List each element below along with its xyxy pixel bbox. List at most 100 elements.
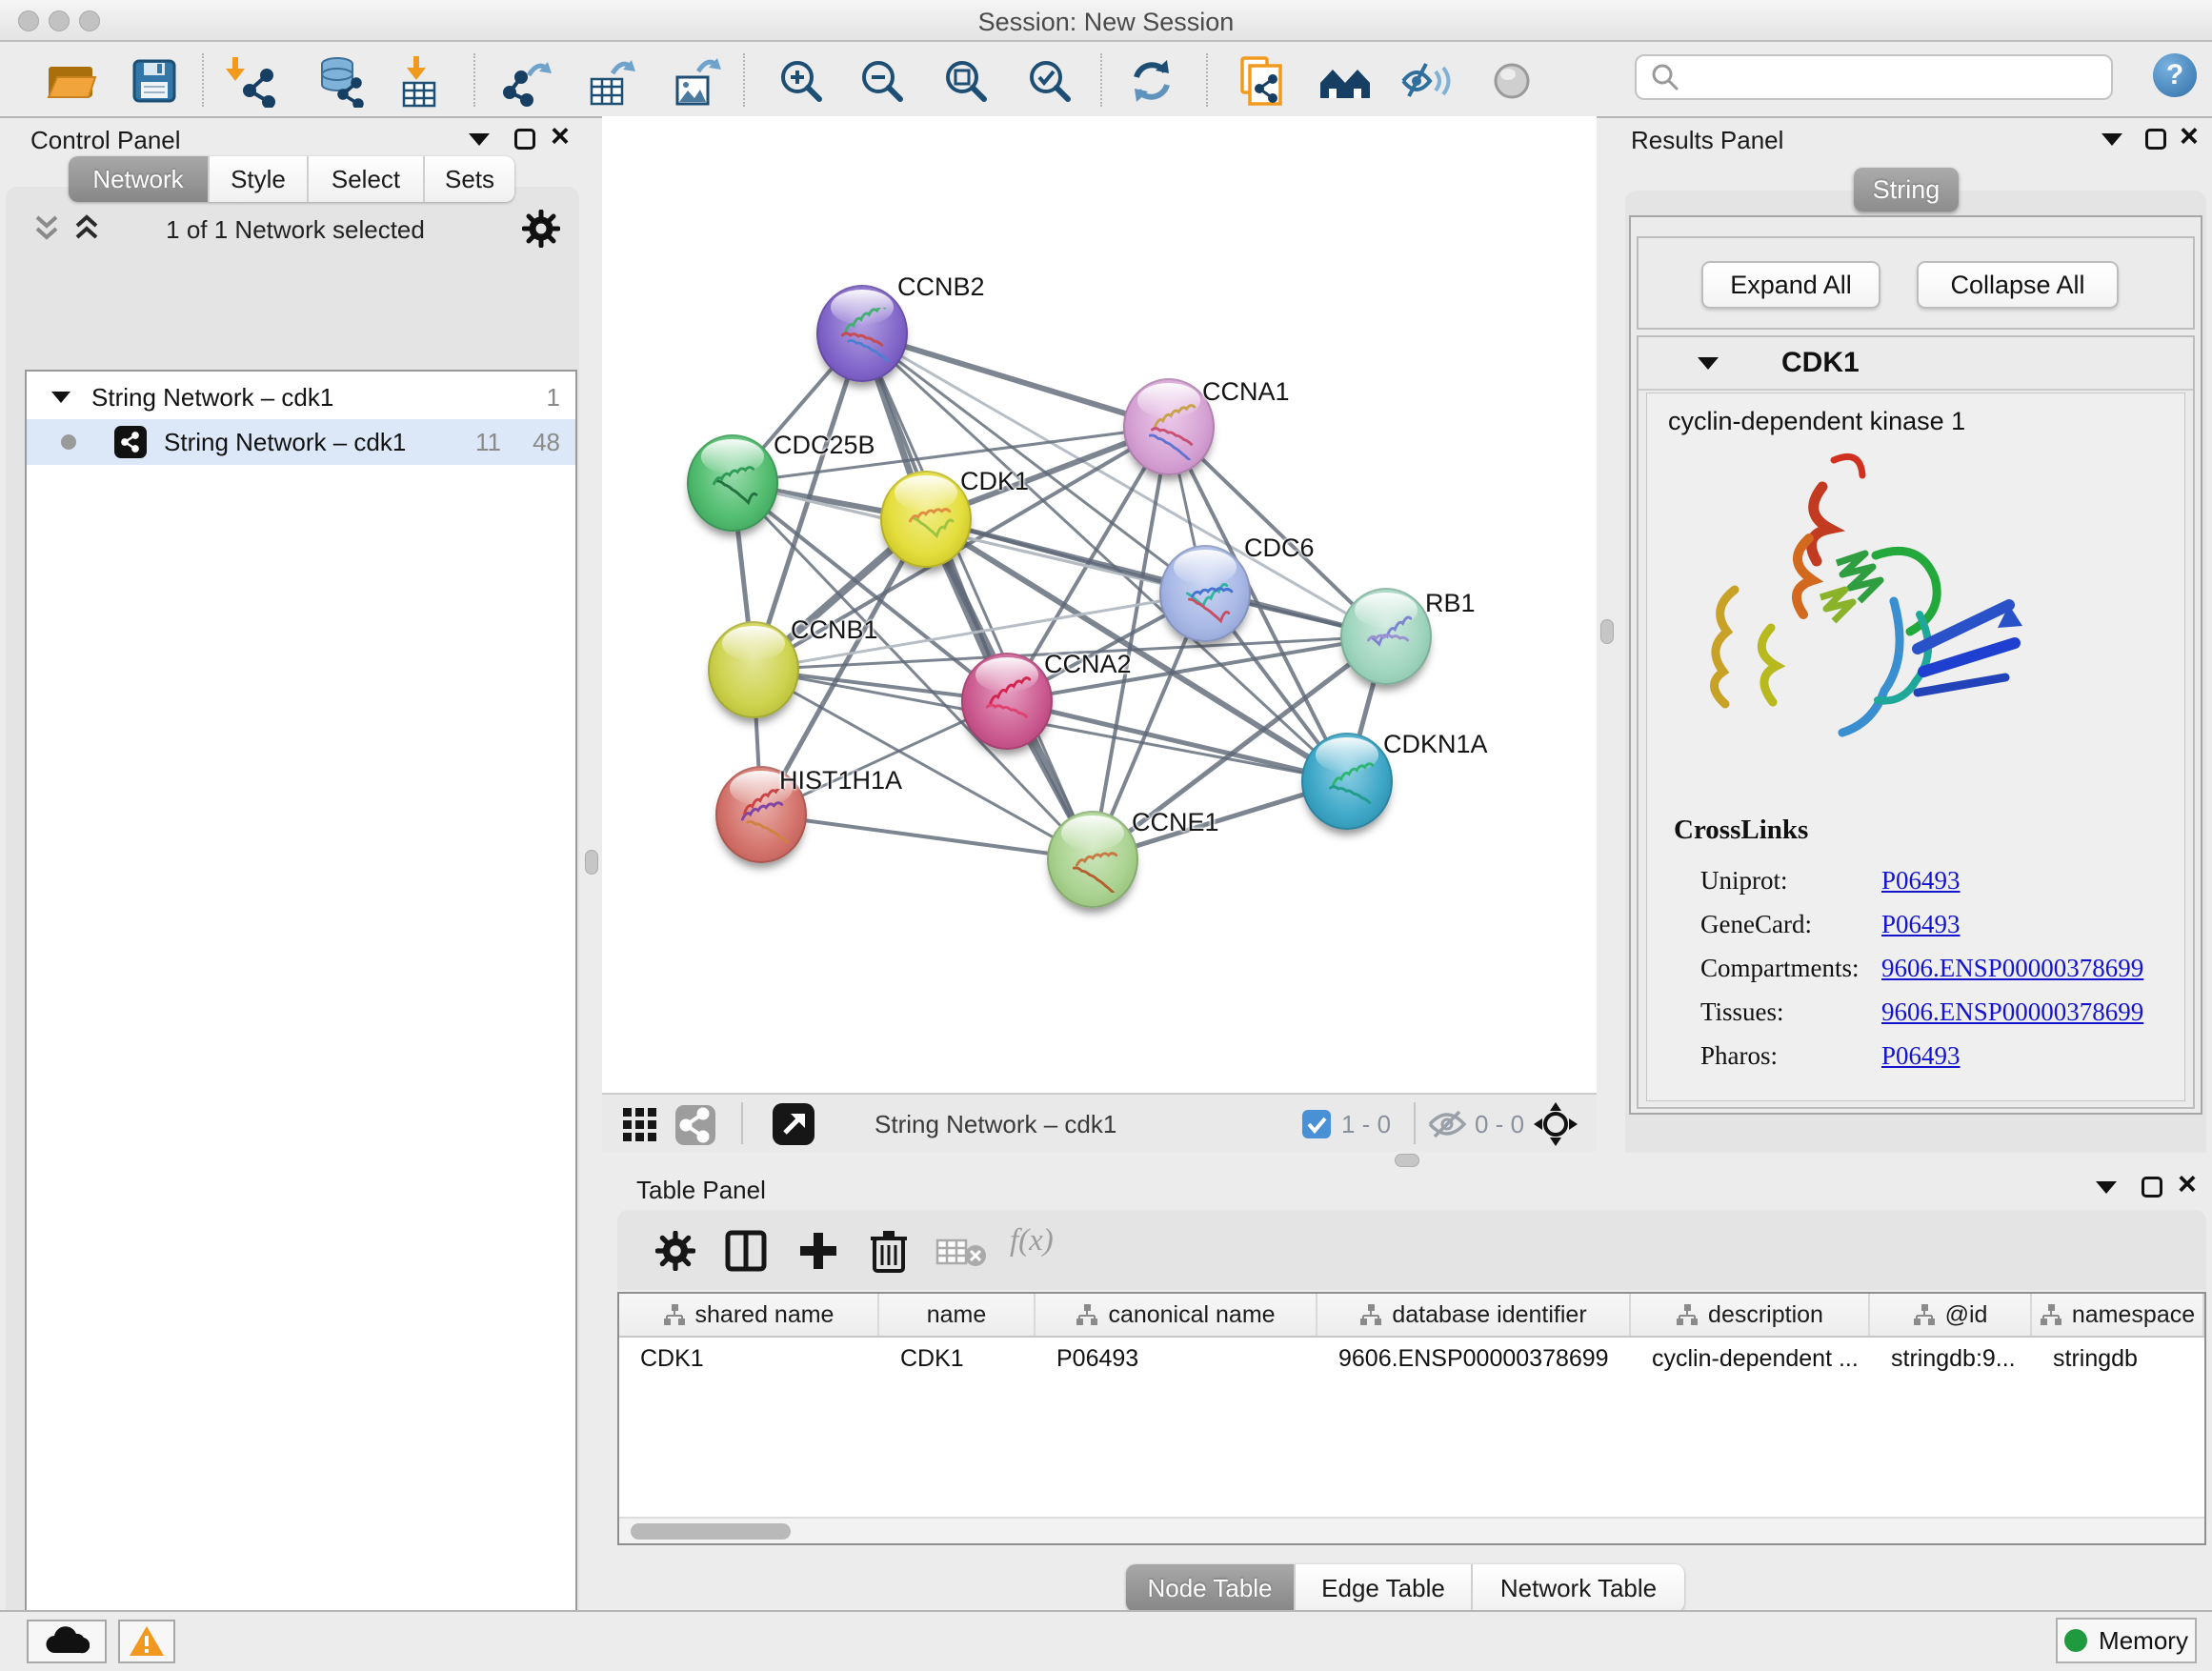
table-cell[interactable]: 9606.ENSP00000378699 [1317,1338,1631,1379]
grid-view-icon[interactable] [621,1106,659,1144]
expand-all-button[interactable]: Expand All [1701,261,1880,309]
node-CCNA2[interactable] [961,653,1053,750]
table-cell[interactable]: cyclin-dependent ... [1631,1338,1870,1379]
panel-close-icon[interactable]: × [2178,1174,2197,1195]
table-cell[interactable]: CDK1 [619,1338,879,1379]
zoom-in-button[interactable] [774,53,829,109]
birdseye-crosshair-icon[interactable] [1534,1102,1578,1146]
bottom-splitter-handle[interactable] [1395,1154,1419,1167]
table-gear-icon[interactable] [655,1231,695,1271]
tab-edge-table[interactable]: Edge Table [1296,1564,1473,1612]
gene-section-header[interactable]: CDK1 [1639,337,2193,391]
crosslink-link[interactable]: 9606.ENSP00000378699 [1881,997,2143,1027]
table-cell[interactable]: CDK1 [879,1338,1036,1379]
tab-select[interactable]: Select [309,156,425,202]
documents-share-button[interactable] [1232,53,1287,109]
right-splitter-handle[interactable] [1600,619,1614,644]
tab-string[interactable]: String [1854,168,1959,211]
zoom-out-button[interactable] [855,53,910,109]
table-cell[interactable]: stringdb:9... [1870,1338,2032,1379]
tab-network-table[interactable]: Network Table [1473,1564,1684,1612]
tab-network[interactable]: Network [69,156,210,202]
open-session-button[interactable] [43,53,98,109]
column-header--id[interactable]: @id [1870,1294,2032,1336]
houses-button[interactable] [1317,53,1373,109]
search-field[interactable] [1635,54,2113,100]
export-table-button[interactable] [583,53,638,109]
warnings-button[interactable] [118,1620,175,1663]
export-network-button[interactable] [501,53,556,109]
gene-expand-icon[interactable] [1698,357,1719,370]
expand-all-chevron-icon[interactable] [72,213,101,246]
panel-float-icon[interactable] [2096,1181,2117,1194]
column-header-shared-name[interactable]: shared name [619,1294,879,1336]
protein-thumbnail-icon [1138,401,1199,460]
network-collection-row[interactable]: String Network – cdk1 1 [27,375,575,419]
selected-checkbox-icon[interactable] [1301,1109,1332,1139]
node-CDC6[interactable] [1159,545,1251,642]
add-column-icon[interactable] [796,1229,840,1273]
collapse-all-button[interactable]: Collapse All [1917,261,2119,309]
network-canvas[interactable]: CCNB2CCNA1CDC25BCDK1CDC6RB1CCNB1CCNA2CDK… [602,116,1597,1093]
edge-CCNB2-CCNA1[interactable] [862,333,1169,427]
gear-icon[interactable] [522,210,560,248]
horizontal-scrollbar[interactable] [619,1517,2204,1543]
collapse-all-chevron-icon[interactable] [32,213,61,246]
save-session-button[interactable] [127,53,182,109]
export-image-button[interactable] [669,53,724,109]
node-CDK1[interactable] [880,471,972,568]
import-network-file-button[interactable] [224,53,279,109]
panel-float-icon[interactable] [469,133,490,146]
eye-waves-button[interactable] [1398,53,1454,109]
help-button[interactable]: ? [2153,53,2197,97]
panel-maximize-icon[interactable] [514,129,535,150]
tab-node-table[interactable]: Node Table [1126,1564,1296,1612]
edge-HIST1H1A-CCNE1[interactable] [761,815,1093,859]
node-CCNB2[interactable] [816,285,908,382]
share-view-icon[interactable] [674,1104,716,1146]
zoom-fit-button[interactable] [938,53,994,109]
node-CDC25B[interactable] [687,434,778,532]
table-row[interactable]: CDK1CDK1P064939606.ENSP00000378699cyclin… [619,1338,2204,1379]
zoom-selected-button[interactable] [1022,53,1077,109]
column-header-name[interactable]: name [879,1294,1036,1336]
node-RB1[interactable] [1340,588,1432,685]
node-CCNB1[interactable] [708,621,799,718]
crosslink-link[interactable]: P06493 [1881,1041,1961,1071]
tab-style[interactable]: Style [210,156,309,202]
scrollbar-thumb[interactable] [631,1523,791,1540]
left-splitter-handle[interactable] [585,850,598,875]
column-header-canonical-name[interactable]: canonical name [1036,1294,1317,1336]
tab-sets[interactable]: Sets [425,156,514,202]
panel-close-icon[interactable]: × [2180,126,2199,147]
column-header-description[interactable]: description [1631,1294,1870,1336]
sphere-button[interactable] [1484,53,1539,109]
crosslink-link[interactable]: 9606.ENSP00000378699 [1881,954,2143,983]
import-table-button[interactable] [392,53,447,109]
panel-close-icon[interactable]: × [551,126,570,147]
table-cell[interactable]: P06493 [1036,1338,1317,1379]
collection-expand-icon[interactable] [51,392,70,403]
crosslink-link[interactable]: P06493 [1881,910,1961,939]
panel-float-icon[interactable] [2101,133,2122,146]
table-cell[interactable]: stringdb [2032,1338,2204,1379]
open-external-icon[interactable] [772,1102,815,1146]
node-CDKN1A[interactable] [1301,733,1393,830]
column-header-database-identifier[interactable]: database identifier [1317,1294,1631,1336]
show-columns-icon[interactable] [724,1229,768,1273]
memory-button[interactable]: Memory [2056,1618,2197,1663]
node-CCNA1[interactable] [1123,378,1215,475]
cloud-button[interactable] [27,1620,107,1663]
search-input[interactable] [1690,64,2100,91]
memory-label: Memory [2099,1626,2188,1656]
network-row-selected[interactable]: String Network – cdk1 11 48 [27,419,575,465]
panel-maximize-icon[interactable] [2145,129,2166,150]
import-network-database-button[interactable] [312,53,367,109]
delete-column-icon[interactable] [867,1227,911,1275]
apply-layout-button[interactable] [1124,53,1179,109]
protein-thumbnail-icon [895,493,956,553]
panel-maximize-icon[interactable] [2142,1177,2162,1198]
column-header-namespace[interactable]: namespace [2032,1294,2204,1336]
node-CCNE1[interactable] [1047,811,1138,908]
crosslink-link[interactable]: P06493 [1881,866,1961,896]
